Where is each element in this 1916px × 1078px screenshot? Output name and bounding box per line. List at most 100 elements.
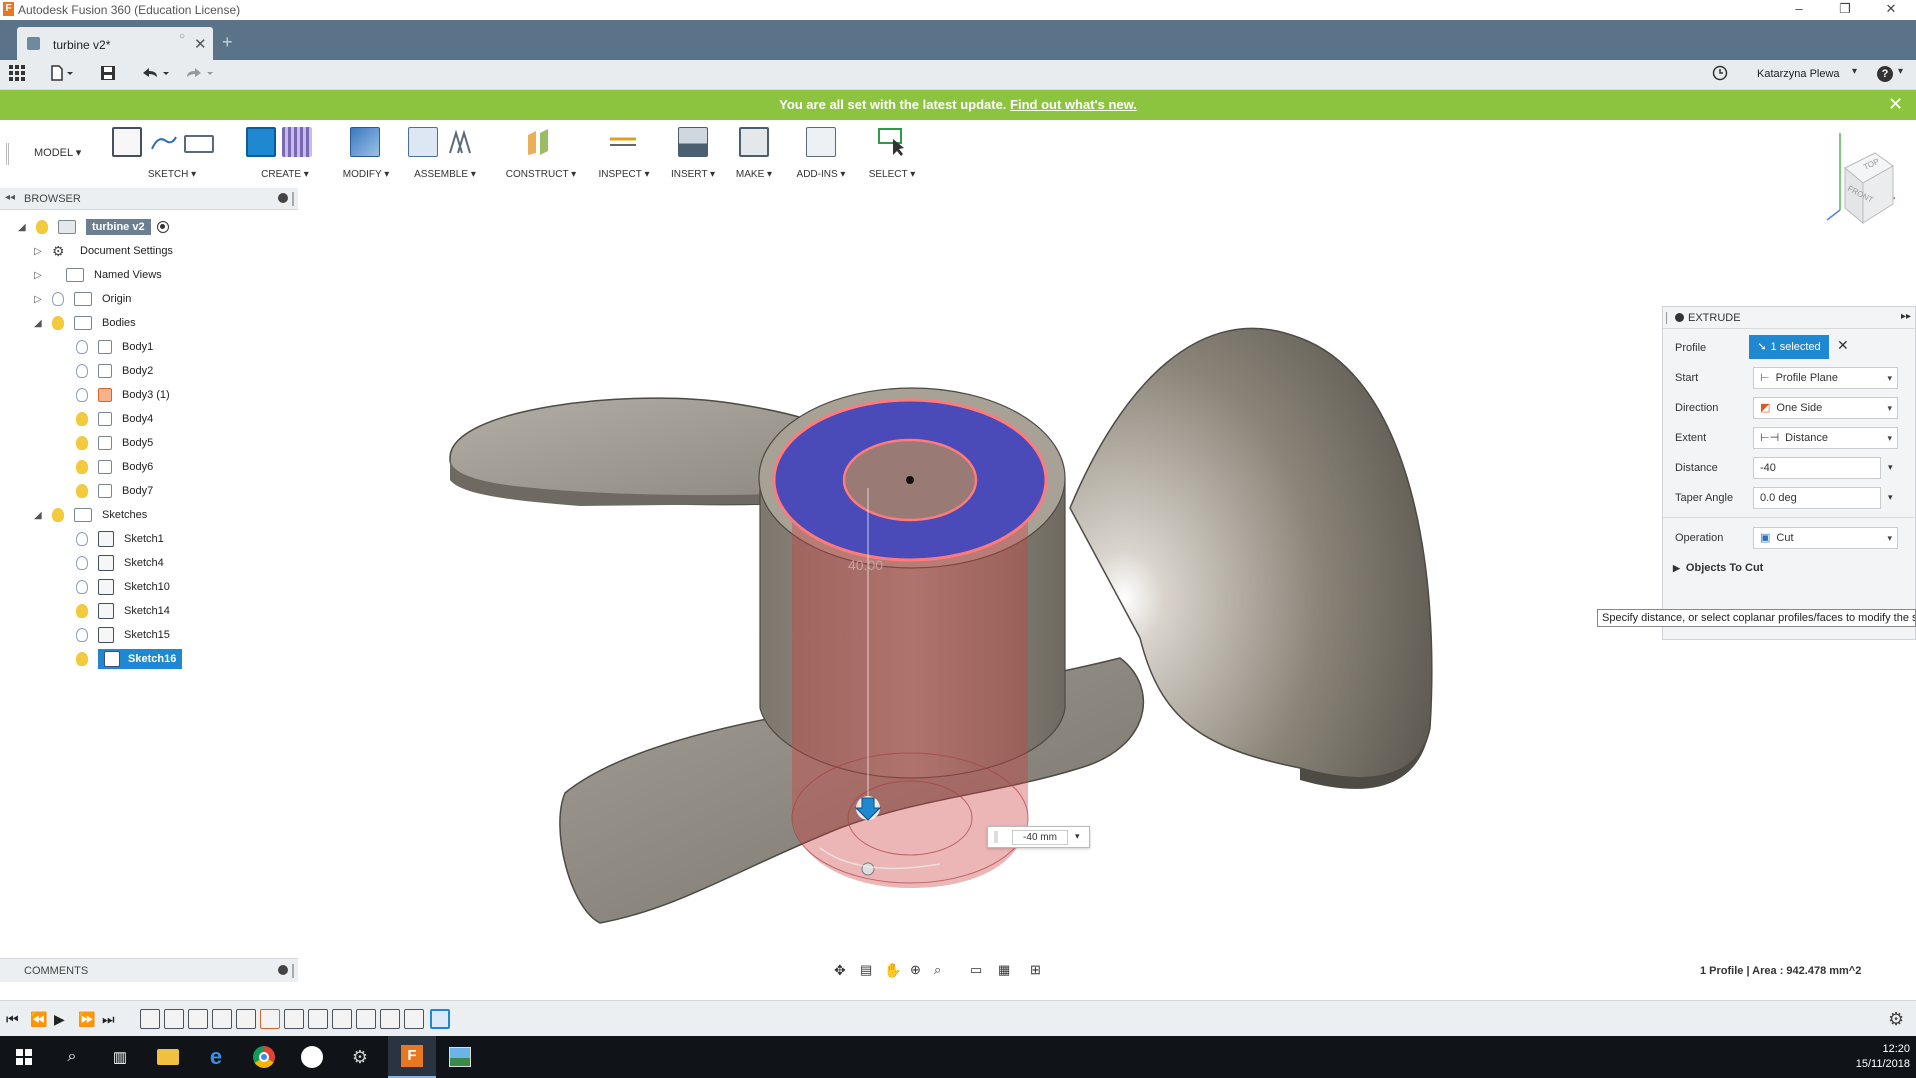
save-icon[interactable] — [98, 65, 118, 85]
objects-to-cut-toggle[interactable]: ▶ Objects To Cut — [1673, 562, 1763, 574]
visibility-bulb-icon[interactable] — [76, 364, 88, 378]
windows-start-icon[interactable] — [0, 1036, 48, 1078]
visibility-bulb-icon[interactable] — [36, 220, 48, 234]
tree-item-origin[interactable]: ▷ Origin — [34, 289, 131, 309]
orbit-icon[interactable]: ✥ — [834, 962, 846, 979]
timeline-feature-icon[interactable] — [260, 1009, 280, 1029]
timeline-feature-sketch-icon[interactable] — [236, 1009, 256, 1029]
timeline-feature-sketch-icon[interactable] — [332, 1009, 352, 1029]
timeline-feature-icon[interactable] — [164, 1009, 184, 1029]
data-panel-grid-icon[interactable] — [8, 65, 26, 85]
task-view-icon[interactable]: ▥ — [96, 1036, 144, 1078]
inspect-group[interactable]: INSPECT ▾ — [594, 121, 654, 185]
edge-browser-icon[interactable]: e — [192, 1036, 240, 1078]
tree-item-sketch[interactable]: Sketch1 — [76, 529, 164, 549]
expand-triangle-icon[interactable]: ▷ — [34, 246, 44, 257]
create-sketch-icon[interactable] — [112, 127, 142, 157]
timeline-feature-sketch-icon[interactable] — [140, 1009, 160, 1029]
form-icon[interactable] — [282, 127, 312, 157]
timeline-settings-gear-icon[interactable]: ⚙ — [1888, 1009, 1904, 1030]
minimize-button[interactable]: – — [1776, 0, 1822, 20]
clear-selection-button[interactable]: ✕ — [1837, 337, 1849, 354]
visibility-bulb-icon[interactable] — [76, 652, 88, 666]
distance-floating-value[interactable]: -40 mm — [1012, 830, 1068, 845]
browser-minus-icon[interactable] — [278, 193, 288, 203]
tree-root[interactable]: ◢ turbine v2 — [18, 217, 169, 237]
tree-item-bodies[interactable]: ◢ Bodies — [34, 313, 136, 333]
profile-selection-button[interactable]: ➘ 1 selected — [1749, 335, 1829, 359]
selected-sketch[interactable]: Sketch16 — [98, 649, 183, 669]
visibility-bulb-icon[interactable] — [76, 412, 88, 426]
collapse-browser-icon[interactable]: ◂◂ — [5, 192, 15, 203]
help-icon[interactable]: ? — [1877, 66, 1893, 82]
timeline-feature-icon[interactable] — [188, 1009, 208, 1029]
viewports-icon[interactable]: ⊞ — [1030, 962, 1041, 978]
tree-item-sketch[interactable]: Sketch10 — [76, 577, 170, 597]
visibility-bulb-icon[interactable] — [52, 316, 64, 330]
taper-angle-input[interactable]: 0.0 deg — [1753, 487, 1881, 509]
assemble-group[interactable]: ASSEMBLE ▾ — [408, 121, 482, 185]
press-pull-icon[interactable] — [350, 127, 380, 157]
expand-triangle-icon[interactable]: ◢ — [34, 510, 44, 521]
joint-icon[interactable] — [444, 127, 474, 157]
extent-select[interactable]: ⊢⊣ Distance ▾ — [1753, 427, 1898, 449]
visibility-bulb-icon[interactable] — [76, 460, 88, 474]
timeline-feature-sketch-icon[interactable] — [212, 1009, 232, 1029]
tree-item-body[interactable]: Body7 — [76, 481, 153, 501]
expand-triangle-icon[interactable]: ◢ — [18, 222, 28, 233]
tree-item-body[interactable]: Body2 — [76, 361, 153, 381]
timeline-feature-sketch-icon[interactable] — [308, 1009, 328, 1029]
timeline-play-icon[interactable]: ▶ — [54, 1011, 65, 1028]
dialog-minus-icon[interactable] — [1675, 313, 1684, 322]
zoom-icon[interactable]: ⊕ — [910, 962, 921, 978]
timeline-step-forward-icon[interactable]: ⏩ — [78, 1011, 95, 1028]
timeline-feature-icon[interactable] — [284, 1009, 304, 1029]
expand-triangle-icon[interactable]: ▷ — [34, 294, 44, 305]
display-settings-icon[interactable]: ▭ — [970, 962, 982, 978]
tree-item-sketch[interactable]: Sketch15 — [76, 625, 170, 645]
dialog-grip[interactable] — [1666, 312, 1669, 324]
visibility-bulb-icon[interactable] — [76, 340, 88, 354]
tree-item-body[interactable]: Body4 — [76, 409, 153, 429]
visibility-bulb-icon[interactable] — [76, 532, 88, 546]
construct-group[interactable]: CONSTRUCT ▾ — [502, 121, 580, 185]
distance-floating-input[interactable]: -40 mm ▾ — [987, 826, 1090, 848]
grid-settings-icon[interactable]: ▦ — [998, 962, 1010, 978]
sketch-group[interactable]: SKETCH ▾ — [112, 121, 232, 185]
tree-item-sketch-selected[interactable]: Sketch16 — [76, 649, 183, 669]
new-tab-button[interactable]: + — [222, 32, 233, 53]
browser-header[interactable]: ◂◂ BROWSER — [0, 188, 298, 210]
visibility-bulb-icon[interactable] — [76, 436, 88, 450]
tree-item-sketch[interactable]: Sketch14 — [76, 601, 170, 621]
redo-icon[interactable] — [182, 65, 214, 85]
select-cursor-icon[interactable] — [877, 127, 907, 157]
tree-item-body[interactable]: Body3 (1) — [76, 385, 170, 405]
3d-print-icon[interactable] — [739, 127, 769, 157]
look-at-icon[interactable]: ▤ — [860, 962, 872, 978]
fit-icon[interactable]: ⌕ — [934, 962, 941, 978]
new-component-icon[interactable] — [408, 127, 438, 157]
make-group[interactable]: MAKE ▾ — [730, 121, 778, 185]
tree-item-named-views[interactable]: ▷ Named Views — [34, 265, 162, 285]
timeline-step-back-icon[interactable]: ⏪ — [30, 1011, 47, 1028]
timeline-end-icon[interactable]: ⏭ — [102, 1011, 115, 1028]
visibility-bulb-icon[interactable] — [76, 388, 88, 402]
comments-panel[interactable]: COMMENTS — [0, 958, 298, 982]
file-explorer-icon[interactable] — [144, 1036, 192, 1078]
extrude-icon[interactable] — [246, 127, 276, 157]
document-tab[interactable]: turbine v2* ○ ✕ — [17, 27, 213, 60]
timeline-feature-icon[interactable] — [380, 1009, 400, 1029]
timeline-start-icon[interactable]: ⏮ — [6, 1011, 19, 1028]
tree-item-body[interactable]: Body6 — [76, 457, 153, 477]
measure-icon[interactable] — [608, 127, 638, 157]
fusion-360-taskbar-icon[interactable]: F — [388, 1036, 436, 1078]
chrome-icon[interactable] — [240, 1036, 288, 1078]
visibility-bulb-icon[interactable] — [76, 484, 88, 498]
visibility-bulb-icon[interactable] — [52, 292, 64, 306]
stop-sketch-icon[interactable] — [184, 135, 214, 153]
create-group[interactable]: CREATE ▾ — [246, 121, 324, 185]
timeline-feature-current-sketch-icon[interactable] — [430, 1009, 450, 1029]
distance-input[interactable]: -40 — [1753, 457, 1881, 479]
close-window-button[interactable]: ✕ — [1868, 0, 1914, 20]
timeline-feature-icon[interactable] — [404, 1009, 424, 1029]
